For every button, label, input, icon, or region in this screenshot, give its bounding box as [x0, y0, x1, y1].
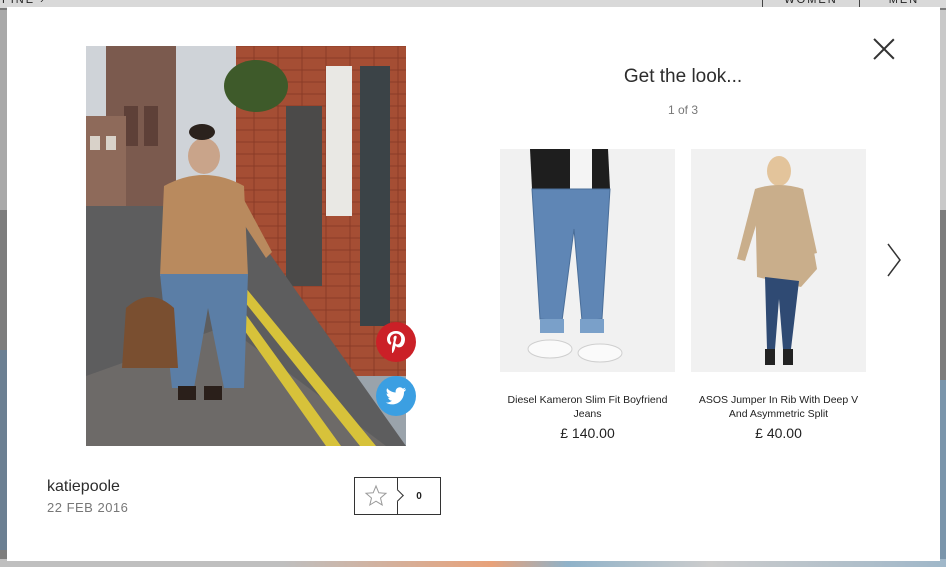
outfit-photo [86, 46, 406, 446]
pinterest-icon [387, 331, 405, 353]
background-tile [0, 350, 7, 550]
twitter-icon [385, 387, 406, 405]
like-button[interactable]: 0 [354, 477, 441, 515]
get-the-look-title: Get the look... [623, 66, 743, 87]
product-card[interactable]: ASOS Jumper In Rib With Deep V And Asymm… [691, 149, 866, 441]
post-date: 22 FEB 2016 [47, 500, 129, 515]
background-tile [940, 380, 946, 560]
like-star-container[interactable] [355, 478, 398, 514]
product-image-jumper [691, 149, 866, 372]
product-image[interactable] [500, 149, 675, 372]
product-name[interactable]: Diesel Kameron Slim Fit Boyfriend Jeans [500, 393, 675, 421]
product-card[interactable]: Diesel Kameron Slim Fit Boyfriend Jeans … [500, 149, 675, 441]
pinterest-share-button[interactable] [376, 322, 416, 362]
like-count: 0 [416, 490, 422, 502]
close-icon[interactable] [873, 38, 895, 60]
star-icon [364, 484, 388, 507]
product-price: £ 140.00 [560, 425, 615, 441]
twitter-share-button[interactable] [376, 376, 416, 416]
product-name[interactable]: ASOS Jumper In Rib With Deep V And Asymm… [691, 393, 866, 421]
author-name[interactable]: katiepoole [47, 478, 120, 496]
chevron-right-icon[interactable] [884, 242, 904, 278]
product-price: £ 40.00 [755, 425, 802, 441]
look-pager: 1 of 3 [667, 103, 699, 117]
background-tile [0, 10, 7, 210]
product-image-jeans [500, 149, 675, 372]
background-tile [940, 10, 946, 210]
outfit-photo-image [86, 46, 406, 446]
product-image[interactable] [691, 149, 866, 372]
